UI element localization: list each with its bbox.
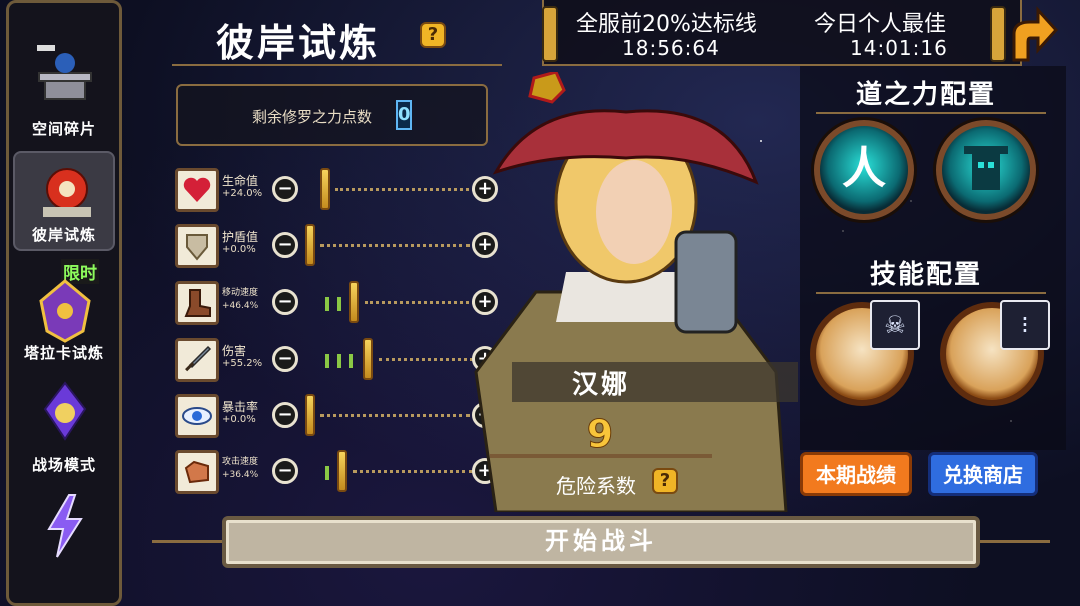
slider-tick (325, 297, 329, 311)
remaining-points-label: 剩余修罗之力点数 (252, 108, 373, 126)
decrease-button[interactable]: − (272, 346, 298, 372)
scatter-skill-icon: ⁝ (1000, 300, 1050, 350)
slider-handle[interactable] (305, 224, 315, 266)
server-threshold-label: 全服前20%达标线 (576, 12, 757, 37)
slider-handle[interactable] (305, 394, 315, 436)
decrease-button[interactable]: − (272, 232, 298, 258)
title-divider (172, 64, 502, 66)
decrease-button[interactable]: − (272, 289, 298, 315)
lightning-icon (47, 494, 83, 558)
start-left-ornament (152, 540, 222, 543)
heart-icon (175, 168, 219, 212)
decrease-button[interactable]: − (272, 176, 298, 202)
sidebar-item-label: 彼岸试炼 (31, 226, 96, 244)
help-icon[interactable]: ? (420, 22, 446, 48)
slider-tick (325, 354, 329, 368)
dao-divider (816, 112, 1046, 114)
boot-icon (175, 281, 219, 325)
character-portrait (474, 72, 788, 512)
slider-tick (337, 354, 341, 368)
server-threshold-time: 18:56:64 (622, 36, 720, 60)
record-header: 全服前20%达标线 18:56:64 今日个人最佳 14:01:16 (542, 0, 1022, 66)
remaining-points-panel: 剩余修罗之力点数 0 (176, 84, 488, 146)
stat-value: +46.4% (222, 301, 259, 311)
decrease-button[interactable]: − (272, 458, 298, 484)
danger-value: 9 (586, 412, 614, 457)
start-right-ornament (980, 540, 1050, 543)
slider-handle[interactable] (320, 168, 330, 210)
stat-name: 攻击速度 (222, 457, 259, 467)
slider-tick (325, 466, 329, 480)
character-name: 汉娜 (572, 370, 631, 400)
fist-icon (175, 450, 219, 494)
skill-config-title: 技能配置 (870, 260, 983, 290)
start-battle-button[interactable]: 开始战斗 (222, 516, 980, 568)
eye-icon (175, 394, 219, 438)
crest-icon (39, 279, 91, 343)
dao-slot-person[interactable]: 人 (814, 120, 914, 220)
stat-value: +0.0% (222, 244, 256, 255)
slider-tick (337, 297, 341, 311)
anvil-icon (37, 45, 92, 100)
stat-value: +0.0% (222, 414, 256, 425)
stat-name: 伤害 (222, 344, 247, 358)
danger-label: 危险系数 (556, 474, 636, 498)
personal-best-time: 14:01:16 (850, 36, 948, 60)
mode-sidebar: 空间碎片 彼岸试炼 限时 塔拉卡试炼 战场模式 (6, 0, 122, 606)
slider-handle[interactable] (349, 281, 359, 323)
slider-tick (349, 354, 353, 368)
skill-divider (816, 292, 1046, 294)
stat-value: +24.0% (222, 188, 263, 199)
stat-name: 生命值 (222, 174, 259, 188)
personal-best-label: 今日个人最佳 (814, 12, 947, 37)
danger-divider (490, 454, 712, 458)
dao-slot-hero[interactable] (936, 120, 1036, 220)
shop-button[interactable]: 兑换商店 (928, 452, 1038, 496)
sidebar-item-shore-trial[interactable]: 彼岸试炼 (13, 151, 115, 251)
sidebar-item-label: 战场模式 (31, 456, 96, 474)
skull-skill-icon: ☠ (870, 300, 920, 350)
slider-track (353, 470, 473, 473)
remaining-points-value: 0 (396, 100, 412, 130)
sidebar-item-taraka-trial[interactable]: 限时 塔拉卡试炼 (13, 257, 115, 367)
slider-track (320, 414, 470, 417)
decrease-button[interactable]: − (272, 402, 298, 428)
page-title: 彼岸试炼 (216, 20, 381, 65)
character-name-bar (512, 362, 798, 402)
season-record-button[interactable]: 本期战绩 (800, 452, 912, 496)
sidebar-item-battlefield-mode[interactable]: 战场模式 (13, 369, 115, 479)
crystal-icon (43, 381, 87, 441)
red-flower-icon (43, 168, 91, 217)
stat-value: +36.4% (222, 470, 259, 480)
sidebar-item-label: 塔拉卡试炼 (23, 344, 104, 362)
slider-handle[interactable] (337, 450, 347, 492)
stat-name: 护盾值 (222, 230, 259, 244)
sidebar-item-label: 空间碎片 (31, 120, 96, 138)
shield-icon (175, 224, 219, 268)
slider-track (335, 188, 475, 191)
slider-handle[interactable] (363, 338, 373, 380)
stat-name: 暴击率 (222, 400, 259, 414)
masked-hero-icon (964, 146, 1008, 190)
sword-icon (175, 338, 219, 382)
sidebar-item-space-fragments[interactable]: 空间碎片 (13, 33, 115, 143)
slider-track (320, 244, 470, 247)
config-panel: 道之力配置 人 技能配置 ☠ ⁝ (800, 66, 1066, 450)
stat-name: 移动速度 (222, 288, 259, 298)
left-scroll-ornament (542, 6, 558, 62)
dao-config-title: 道之力配置 (856, 80, 997, 110)
share-arrow-icon[interactable] (1010, 4, 1058, 64)
danger-help-icon[interactable]: ? (652, 468, 678, 494)
stat-value: +55.2% (222, 358, 263, 369)
right-scroll-ornament (990, 6, 1006, 62)
sidebar-item-lightning[interactable] (13, 483, 115, 563)
